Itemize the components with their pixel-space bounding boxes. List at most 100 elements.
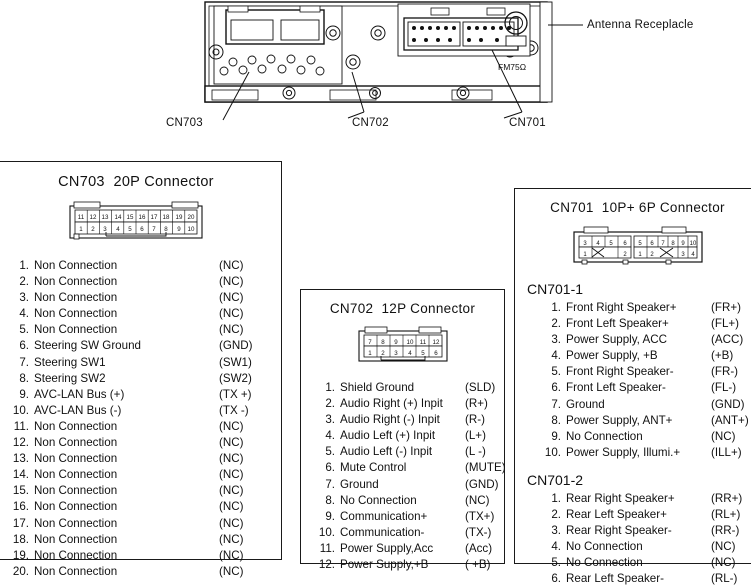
pin-row: 7. Ground (GND) <box>515 397 751 413</box>
pin-function: Audio Right (+) Inpit <box>340 397 443 411</box>
pin-signal-code: (TX -) <box>219 403 249 417</box>
pin-function: Power Supply, Illumi.+ <box>566 445 681 459</box>
svg-text:15: 15 <box>127 214 134 221</box>
svg-text:14: 14 <box>115 214 122 221</box>
svg-text:7: 7 <box>152 226 156 233</box>
svg-text:16: 16 <box>139 214 146 221</box>
pin-row: 1. Front Right Speaker+ (FR+) <box>515 300 751 316</box>
svg-text:10: 10 <box>188 226 195 233</box>
pin-number: 5. <box>19 323 29 337</box>
pin-function: Power Supply, +B <box>566 349 658 363</box>
pin-signal-code: (Acc) <box>465 541 493 555</box>
pin-function: Ground <box>340 477 379 491</box>
pin-number: 10. <box>12 403 29 417</box>
pin-row: 11. Power Supply,Acc (Acc) <box>301 541 504 557</box>
svg-text:18: 18 <box>163 214 170 221</box>
pin-number: 1. <box>551 491 561 505</box>
pin-number: 7. <box>551 397 561 411</box>
pin-number: 2. <box>551 508 561 522</box>
pin-function: Power Supply,+B <box>340 558 429 572</box>
pin-signal-code: (GND) <box>465 477 499 491</box>
panel-cn702: CN702 12P Connector 78 910 1112 12 34 <box>300 289 506 571</box>
pin-row: 2. Audio Right (+) Inpit (R+) <box>301 396 504 412</box>
pin-row: 7. Steering SW1 (SW1) <box>0 355 281 371</box>
pin-row: 9. Communication+ (TX+) <box>301 509 504 525</box>
pin-signal-code: (R+) <box>465 397 488 411</box>
pin-number: 8. <box>19 371 29 385</box>
svg-text:17: 17 <box>151 214 158 221</box>
pin-number: 12. <box>12 436 29 450</box>
pin-signal-code: (NC) <box>711 556 736 570</box>
pin-signal-code: ( +B) <box>465 558 491 572</box>
pin-number: 15. <box>12 484 29 498</box>
pin-row: 2. Non Connection (NC) <box>0 274 281 290</box>
cn702-connector-diagram: 78 9 10 11 12 12 34 56 <box>301 325 504 367</box>
pin-row: 10. AVC-LAN Bus (-) (TX -) <box>0 403 281 419</box>
callout-label-cn701: CN701 <box>509 117 546 129</box>
pin-function: Rear Left Speaker+ <box>566 508 667 522</box>
pin-signal-code: (NC) <box>711 540 736 554</box>
fm-impedance-label: FM75Ω <box>498 62 526 72</box>
pin-number: 14. <box>12 468 29 482</box>
panel-cn701: CN701 10P+ 6P Connector 3 4 5 6 1 2 5 6 … <box>514 188 751 585</box>
pin-row: 4. Non Connection (NC) <box>0 306 281 322</box>
pin-row: 2. Front Left Speaker+ (FL+) <box>515 316 751 332</box>
pin-function: Front Left Speaker- <box>566 381 666 395</box>
svg-text:6: 6 <box>140 226 144 233</box>
svg-text:9: 9 <box>394 339 398 346</box>
pin-row: 12. Power Supply,+B ( +B) <box>301 557 504 573</box>
pin-signal-code: (NC) <box>219 419 244 433</box>
pin-function: Audio Left (+) Inpit <box>340 429 436 443</box>
svg-text:1: 1 <box>368 350 372 357</box>
pin-signal-code: (+B) <box>711 349 734 363</box>
pin-function: Non Connection <box>34 548 118 562</box>
pin-function: Non Connection <box>34 259 118 272</box>
pin-number: 5. <box>551 365 561 379</box>
pin-number: 4. <box>19 307 29 321</box>
pin-function: Steering SW1 <box>34 355 106 369</box>
pin-signal-code: (NC) <box>219 436 244 450</box>
pin-number: 2. <box>551 317 561 331</box>
pin-signal-code: (NC) <box>219 452 244 466</box>
pin-signal-code: (ACC) <box>711 333 744 347</box>
pin-row: 15. Non Connection (NC) <box>0 483 281 499</box>
pin-number: 6. <box>551 572 561 586</box>
pin-signal-code: (NC) <box>219 307 244 321</box>
pin-row: 11. Non Connection (NC) <box>0 419 281 435</box>
pin-function: Non Connection <box>34 323 118 337</box>
pin-function: No Connection <box>566 556 643 570</box>
pin-number: 10. <box>544 445 561 459</box>
pin-row: 3. Audio Right (-) Inpit (R-) <box>301 412 504 428</box>
pin-row: 17. Non Connection (NC) <box>0 516 281 532</box>
pin-function: Front Right Speaker+ <box>566 301 677 314</box>
pin-signal-code: (NC) <box>219 516 244 530</box>
pin-number: 3. <box>325 413 335 427</box>
svg-text:12: 12 <box>90 214 97 221</box>
pin-signal-code: (L+) <box>465 429 486 443</box>
pin-row: 6. Front Left Speaker- (FL-) <box>515 380 751 396</box>
pin-row: 10. Power Supply, Illumi.+ (ILL+) <box>515 445 751 461</box>
pin-number: 5. <box>325 445 335 459</box>
svg-text:11: 11 <box>78 214 85 221</box>
pin-function: Non Connection <box>34 532 118 546</box>
pin-function: Audio Left (-) Inpit <box>340 445 433 459</box>
pin-number: 11. <box>13 419 29 433</box>
pin-function: Power Supply,Acc <box>340 541 434 555</box>
pin-row: 19. Non Connection (NC) <box>0 548 281 564</box>
pin-row: 20. Non Connection (NC) <box>0 564 281 580</box>
pin-number: 19. <box>12 548 29 562</box>
pin-number: 6. <box>551 381 561 395</box>
head-unit-rear-figure: FM75Ω CN703 CN702 CN701 Antenna Receplac… <box>0 0 751 150</box>
pin-function: Shield Ground <box>340 381 415 394</box>
pin-number: 9. <box>325 509 335 523</box>
pin-function: Non Connection <box>34 516 118 530</box>
pin-row: 12. Non Connection (NC) <box>0 435 281 451</box>
svg-text:8: 8 <box>164 226 168 233</box>
pin-signal-code: (ILL+) <box>711 445 742 459</box>
pin-signal-code: (GND) <box>219 339 253 353</box>
pin-signal-code: (ANT+) <box>711 413 749 427</box>
pin-number: 17. <box>12 516 29 530</box>
pin-number: 7. <box>19 355 29 369</box>
pin-signal-code: (TX+) <box>465 509 495 523</box>
pin-row: 9. AVC-LAN Bus (+) (TX +) <box>0 387 281 403</box>
